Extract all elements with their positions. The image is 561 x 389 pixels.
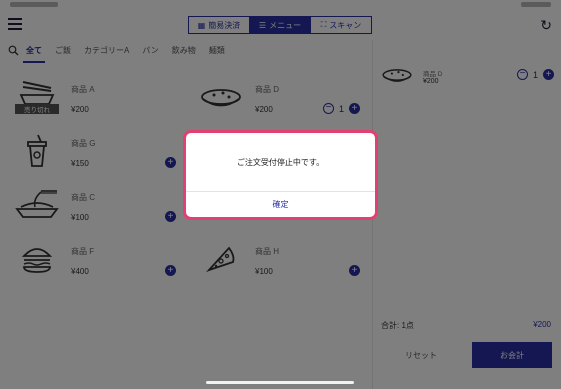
dialog-message: ご注文受付停止中です。 — [236, 158, 325, 167]
confirm-button[interactable]: 確定 — [186, 199, 375, 210]
dialog-divider — [186, 191, 375, 192]
home-indicator — [206, 381, 354, 384]
alert-dialog: ご注文受付停止中です。 確定 — [183, 130, 378, 220]
